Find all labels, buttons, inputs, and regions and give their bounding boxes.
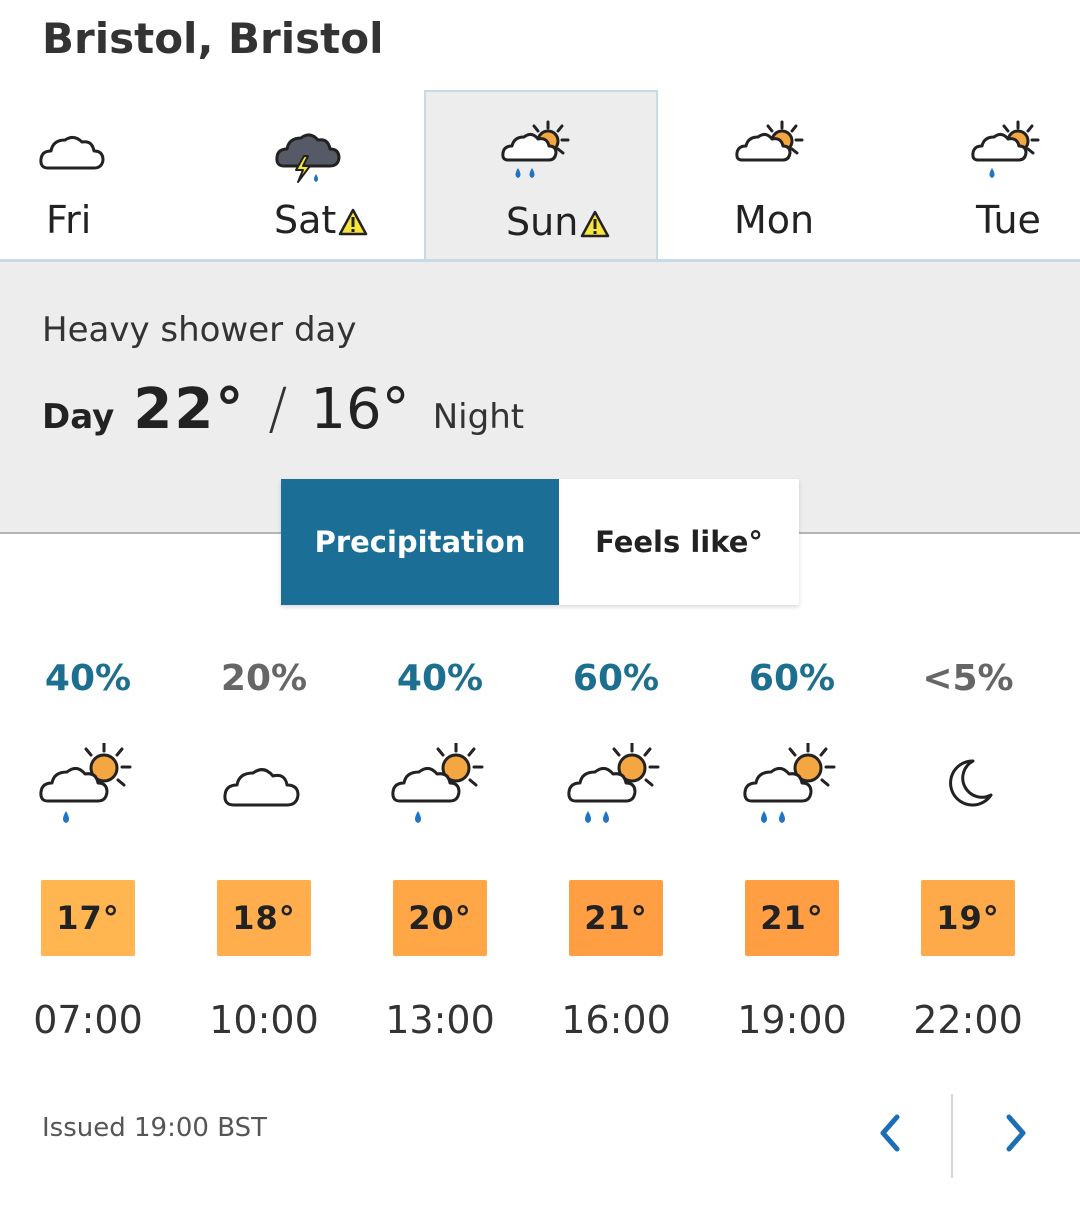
weather-description: Heavy shower day xyxy=(42,310,357,350)
precipitation-chance: 40% xyxy=(396,658,484,699)
day-tab-fri[interactable]: Fri xyxy=(0,90,234,260)
precipitation-chance: 20% xyxy=(220,658,308,699)
temperature-badge: 21° xyxy=(569,880,663,956)
day-name: Fri xyxy=(46,198,92,242)
chevron-right-icon xyxy=(1001,1113,1031,1157)
next-button[interactable] xyxy=(988,1105,1044,1165)
chevron-left-icon xyxy=(875,1113,905,1157)
day-tab-sun[interactable]: Sun xyxy=(424,90,658,260)
temperature-badge: 19° xyxy=(921,880,1015,956)
hour-time: 13:00 xyxy=(385,998,495,1042)
issued-time: Issued 19:00 BST xyxy=(42,1113,267,1143)
day-night-temps: Day 22° / 16° Night xyxy=(42,377,524,442)
precipitation-button[interactable]: Precipitation xyxy=(281,479,559,605)
sun-cloud-heavy-rain-icon xyxy=(566,741,666,843)
hour-time: 16:00 xyxy=(561,998,671,1042)
night-temperature: 16° xyxy=(310,377,410,442)
day-name: Tue xyxy=(976,198,1041,242)
sun-cloud-heavy-rain-icon xyxy=(500,118,590,188)
temperature-badge: 17° xyxy=(41,880,135,956)
thunder-rain-icon xyxy=(270,118,360,188)
hour-time: 19:00 xyxy=(737,998,847,1042)
day-name-with-warning: Sun xyxy=(506,200,610,247)
previous-button[interactable] xyxy=(862,1105,918,1165)
precipitation-chance: 60% xyxy=(748,658,836,699)
hour-time: 22:00 xyxy=(913,998,1023,1042)
warning-icon xyxy=(580,203,610,247)
day-name: Sat xyxy=(274,198,337,242)
temperature-badge: 20° xyxy=(393,880,487,956)
day-name: Sun xyxy=(506,200,579,244)
day-temperature: 22° xyxy=(133,377,246,442)
location-title: Bristol, Bristol xyxy=(42,14,384,63)
hour-time: 10:00 xyxy=(209,998,319,1042)
cloud-icon xyxy=(214,743,314,843)
day-name: Mon xyxy=(734,198,815,242)
sun-cloud-light-rain-icon xyxy=(390,741,490,843)
sun-cloud-light-rain-icon xyxy=(970,118,1060,188)
feels-like-button[interactable]: Feels like° xyxy=(559,479,799,605)
hour-time: 07:00 xyxy=(33,998,143,1042)
day-tab-tue[interactable]: Tue xyxy=(846,90,1080,260)
sun-cloud-light-rain-icon xyxy=(38,741,138,843)
view-toggle: Precipitation Feels like° xyxy=(281,479,799,605)
sun-cloud-icon xyxy=(734,118,824,188)
temperature-badge: 18° xyxy=(217,880,311,956)
temperature-badge: 21° xyxy=(745,880,839,956)
nav-divider xyxy=(951,1094,953,1178)
cloud-icon xyxy=(36,118,126,188)
moon-icon xyxy=(918,743,1018,843)
warning-icon xyxy=(338,201,368,245)
day-label: Day xyxy=(42,397,115,437)
precipitation-chance: 60% xyxy=(572,658,660,699)
day-tabs: Fri Sat Sun Mon Tue xyxy=(0,90,1080,260)
precipitation-chance: 40% xyxy=(44,658,132,699)
sun-cloud-heavy-rain-icon xyxy=(742,741,842,843)
temp-separator: / xyxy=(268,377,288,442)
precipitation-chance: <5% xyxy=(922,658,1014,699)
night-label: Night xyxy=(432,397,525,437)
day-name-with-warning: Sat xyxy=(274,198,368,245)
